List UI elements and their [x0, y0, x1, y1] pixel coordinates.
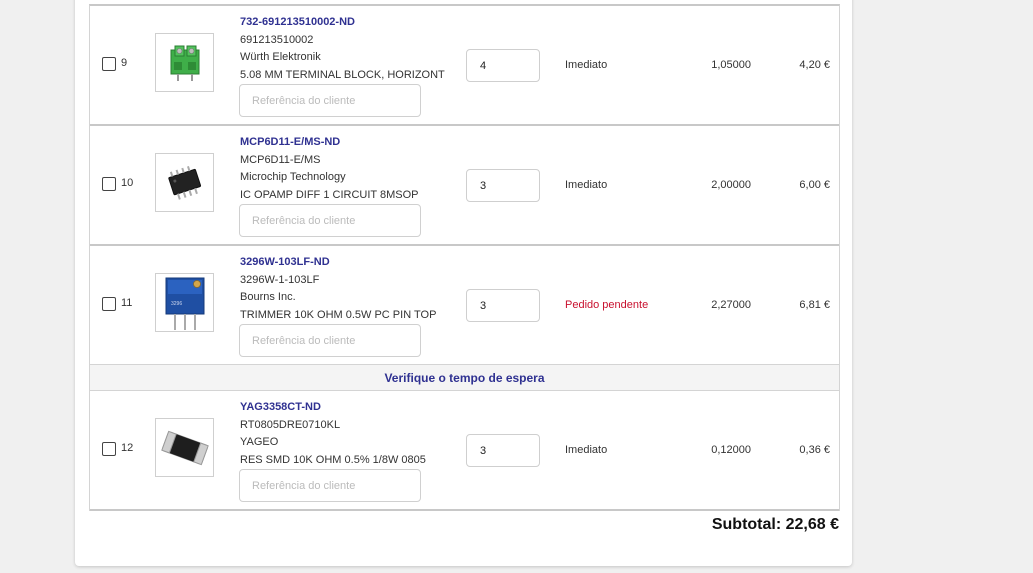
- cart-card: 9 732-691213510002-ND 691213510002 Würth…: [75, 0, 852, 566]
- product-image[interactable]: 3296: [155, 273, 214, 332]
- manufacturer-part-number: 691213510002: [240, 33, 314, 46]
- unit-price: 0,12000: [711, 444, 751, 456]
- trimmer-potentiometer-icon: 3296: [165, 277, 204, 330]
- quantity-input[interactable]: [466, 434, 540, 467]
- line-number: 11: [121, 297, 133, 309]
- product-info: YAG3358CT-ND RT0805DRE0710KL YAGEO RES S…: [240, 399, 426, 469]
- availability-status: Imediato: [565, 444, 608, 456]
- subtotal: Subtotal: 22,68 €: [711, 516, 839, 533]
- cart-row: 11 3296 3296W-103LF-ND 3296W-1-103LF Bou…: [90, 246, 839, 365]
- customer-reference-input[interactable]: [239, 84, 421, 117]
- description: RES SMD 10K OHM 0.5% 1/8W 0805: [240, 453, 426, 466]
- row-checkbox[interactable]: [102, 442, 116, 456]
- manufacturer: YAGEO: [240, 436, 279, 448]
- customer-reference-input[interactable]: [239, 469, 421, 502]
- quantity-input[interactable]: [466, 49, 540, 82]
- row-checkbox[interactable]: [102, 177, 116, 191]
- product-info: MCP6D11-E/MS-ND MCP6D11-E/MS Microchip T…: [240, 134, 418, 204]
- extended-price: 6,81 €: [799, 299, 830, 311]
- product-image[interactable]: [155, 33, 214, 92]
- manufacturer: Bourns Inc.: [240, 291, 296, 303]
- availability-status: Imediato: [565, 179, 608, 191]
- availability-status: Imediato: [565, 59, 608, 71]
- cart-row: 9 732-691213510002-ND 691213510002 Würth…: [90, 6, 839, 126]
- extended-price: 6,00 €: [799, 179, 830, 191]
- lead-time-notice[interactable]: Verifique o tempo de espera: [90, 365, 839, 391]
- product-image[interactable]: [155, 153, 214, 212]
- part-number-link[interactable]: 732-691213510002-ND: [240, 14, 445, 32]
- description: IC OPAMP DIFF 1 CIRCUIT 8MSOP: [240, 188, 419, 201]
- product-info: 3296W-103LF-ND 3296W-1-103LF Bourns Inc.…: [240, 254, 436, 324]
- manufacturer: Würth Elektronik: [240, 51, 321, 63]
- availability-status: Pedido pendente: [565, 299, 649, 311]
- row-checkbox[interactable]: [102, 57, 116, 71]
- terminal-block-icon: [170, 45, 199, 81]
- line-number: 12: [121, 442, 134, 454]
- manufacturer-part-number: RT0805DRE0710KL: [240, 418, 341, 431]
- cart-table: 9 732-691213510002-ND 691213510002 Würth…: [89, 4, 840, 511]
- extended-price: 0,36 €: [799, 444, 830, 456]
- line-number: 9: [121, 57, 128, 69]
- smd-resistor-icon: [160, 430, 209, 465]
- unit-price: 2,00000: [711, 179, 751, 191]
- quantity-input[interactable]: [466, 169, 540, 202]
- svg-text:3296: 3296: [171, 301, 182, 307]
- cart-row: 10 MCP6D11-E/MS-ND MCP6D11-E/MS Microchi…: [90, 126, 839, 246]
- ic-chip-icon: [167, 165, 201, 200]
- description: TRIMMER 10K OHM 0.5W PC PIN TOP: [240, 308, 437, 321]
- row-checkbox[interactable]: [102, 297, 116, 311]
- product-info: 732-691213510002-ND 691213510002 Würth E…: [240, 14, 445, 84]
- part-number-link[interactable]: 3296W-103LF-ND: [240, 254, 436, 272]
- unit-price: 2,27000: [711, 299, 751, 311]
- description: 5.08 MM TERMINAL BLOCK, HORIZONT: [240, 68, 445, 81]
- manufacturer: Microchip Technology: [240, 171, 346, 183]
- part-number-link[interactable]: MCP6D11-E/MS-ND: [240, 134, 418, 152]
- customer-reference-input[interactable]: [239, 204, 421, 237]
- extended-price: 4,20 €: [799, 59, 830, 71]
- customer-reference-input[interactable]: [239, 324, 421, 357]
- product-image[interactable]: [155, 418, 214, 477]
- part-number-link[interactable]: YAG3358CT-ND: [240, 399, 426, 417]
- manufacturer-part-number: MCP6D11-E/MS: [240, 153, 321, 166]
- unit-price: 1,05000: [711, 59, 751, 71]
- quantity-input[interactable]: [466, 289, 540, 322]
- line-number: 10: [121, 177, 134, 189]
- cart-row: 12 YAG3358CT-ND RT0805DRE0710KL YAGEO RE…: [90, 391, 839, 511]
- manufacturer-part-number: 3296W-1-103LF: [240, 273, 320, 286]
